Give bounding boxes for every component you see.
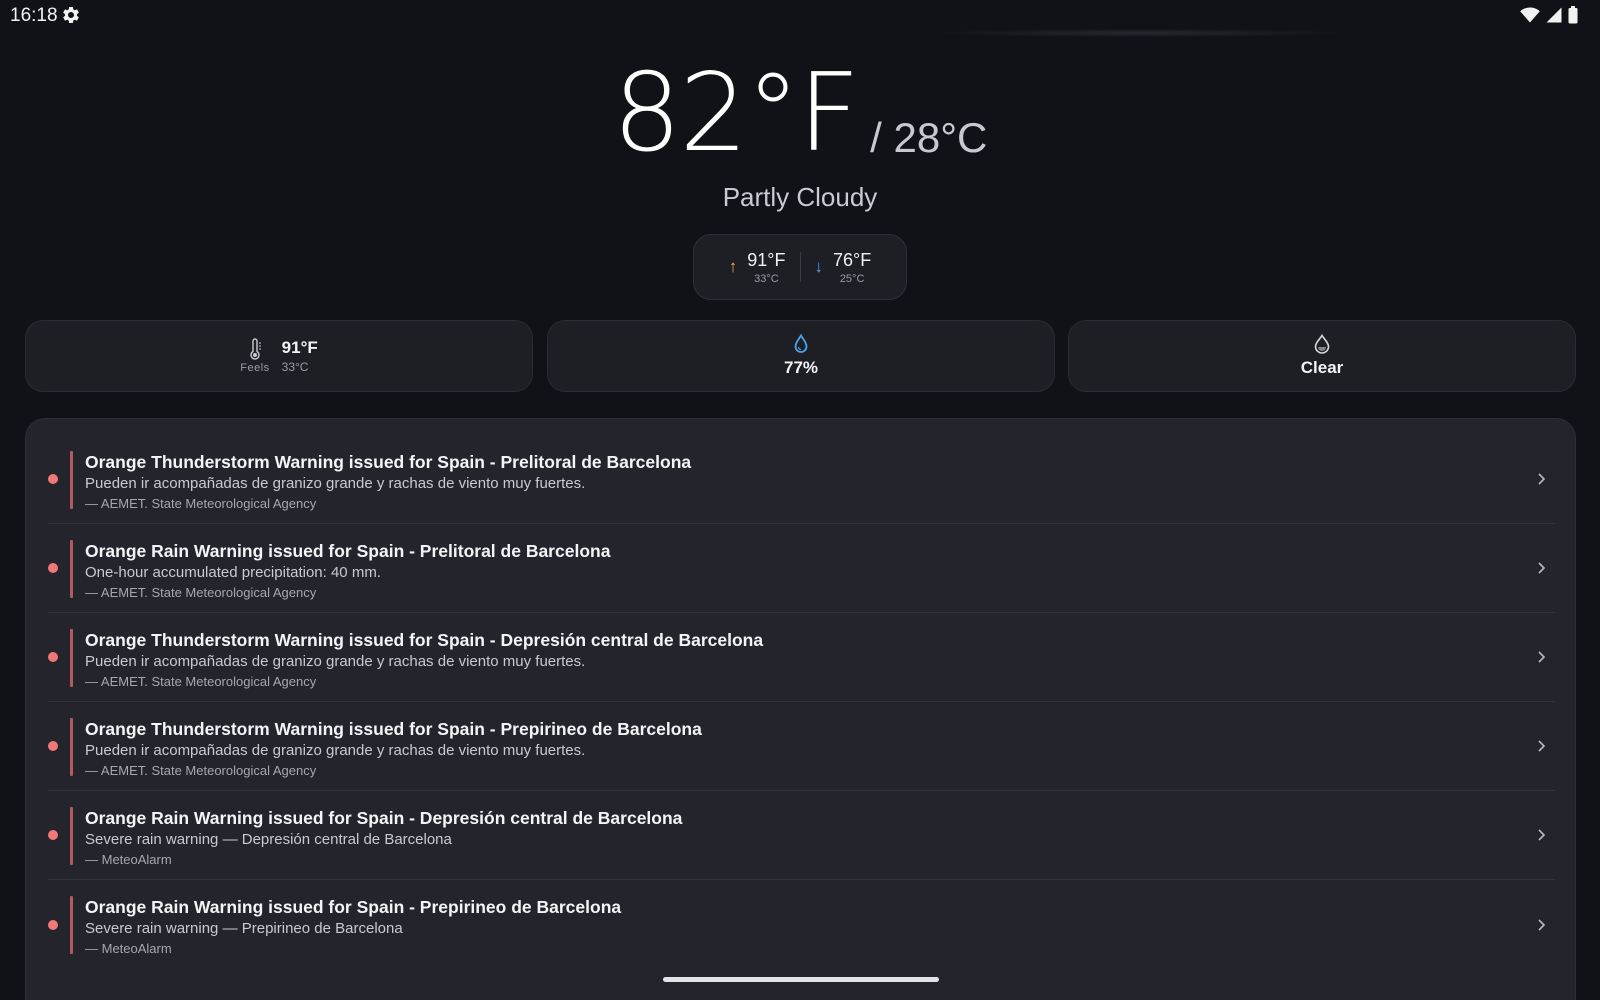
feels-label: Feels — [240, 362, 270, 374]
alert-title: Orange Thunderstorm Warning issued for S… — [85, 630, 764, 650]
signal-icon — [1546, 7, 1562, 23]
chevron-right-icon — [1538, 829, 1546, 841]
alert-title: Orange Thunderstorm Warning issued for S… — [85, 719, 702, 739]
weather-alerts-panel: Orange Thunderstorm Warning issued for S… — [25, 418, 1576, 1000]
condition-label: Partly Cloudy — [722, 182, 878, 212]
alert-description: Pueden ir acompañadas de granizo grande … — [85, 653, 586, 670]
alert-source: — MeteoAlarm — [85, 941, 172, 956]
settings-icon[interactable] — [61, 5, 81, 25]
humidity-card[interactable]: 77% — [547, 320, 1055, 392]
alert-item[interactable]: Orange Rain Warning issued for Spain - P… — [48, 524, 1555, 613]
alert-severity-bar — [70, 629, 73, 687]
high-temp-c: 33°C — [754, 272, 779, 285]
water-drop-icon — [794, 334, 808, 353]
precipitation-drop-icon — [1314, 334, 1330, 354]
chevron-right-icon — [1538, 473, 1546, 485]
alert-title: Orange Rain Warning issued for Spain - P… — [85, 897, 622, 917]
arrow-down-icon: ↓ — [814, 257, 824, 276]
alert-dot-icon — [48, 652, 58, 662]
alert-item[interactable]: Orange Thunderstorm Warning issued for S… — [48, 435, 1555, 524]
alert-description: One-hour accumulated precipitation: 40 m… — [85, 564, 381, 581]
alert-title: Orange Rain Warning issued for Spain - P… — [85, 541, 611, 561]
alert-severity-bar — [70, 896, 73, 954]
alert-dot-icon — [48, 830, 58, 840]
status-time: 16:18 — [10, 5, 58, 26]
alert-source: — AEMET. State Meteorological Agency — [85, 585, 317, 600]
thermometer-icon — [250, 338, 261, 360]
alert-source: — AEMET. State Meteorological Agency — [85, 763, 317, 778]
alert-dot-icon — [48, 474, 58, 484]
alert-description: Severe rain warning — Depresión central … — [85, 831, 452, 848]
chevron-right-icon — [1538, 918, 1546, 931]
low-temp-f: 76°F — [833, 249, 872, 270]
feels-value-c: 33°C — [281, 360, 309, 374]
alert-item[interactable]: Orange Thunderstorm Warning issued for S… — [48, 613, 1555, 702]
low-temp: ↓ 76°F 25°C — [801, 250, 886, 285]
alert-dot-icon — [48, 563, 58, 573]
alert-title: Orange Thunderstorm Warning issued for S… — [85, 452, 692, 472]
alert-description: Severe rain warning — Prepirineo de Barc… — [85, 920, 403, 937]
status-bar: 16:18 — [0, 0, 1600, 30]
alert-source: — AEMET. State Meteorological Agency — [85, 674, 317, 689]
alert-description: Pueden ir acompañadas de granizo grande … — [85, 475, 586, 492]
alert-item[interactable]: Orange Rain Warning issued for Spain - D… — [48, 791, 1555, 880]
top-glow — [930, 29, 1350, 37]
chevron-right-icon — [1538, 562, 1546, 574]
temp-fahrenheit: 82°F — [612, 51, 861, 176]
alert-severity-bar — [70, 718, 73, 776]
alert-dot-icon — [48, 741, 58, 751]
alert-description: Pueden ir acompañadas de granizo grande … — [85, 742, 586, 759]
alert-source: — AEMET. State Meteorological Agency — [85, 496, 317, 511]
alert-source: — MeteoAlarm — [85, 852, 172, 867]
arrow-up-icon: ↑ — [728, 257, 738, 276]
precipitation-value: Clear — [1300, 358, 1344, 377]
feels-value-f: 91°F — [281, 338, 318, 357]
chevron-right-icon — [1538, 740, 1546, 752]
feels-like-card[interactable]: Feels 91°F 33°C — [25, 320, 533, 392]
low-temp-c: 25°C — [839, 272, 865, 285]
high-temp: ↑ 91°F 33°C — [715, 250, 800, 285]
alert-item[interactable]: Orange Rain Warning issued for Spain - P… — [48, 880, 1555, 969]
chevron-right-icon — [1538, 651, 1546, 663]
humidity-value: 77% — [783, 358, 819, 377]
home-indicator[interactable] — [663, 977, 939, 982]
temp-celsius: / 28°C — [870, 114, 988, 161]
alert-item[interactable]: Orange Thunderstorm Warning issued for S… — [48, 702, 1555, 791]
battery-icon — [1568, 6, 1578, 24]
system-icons — [1520, 6, 1578, 24]
wifi-icon — [1520, 7, 1540, 23]
current-temperature: 82°F / 28°C — [0, 58, 1600, 168]
alert-severity-bar — [70, 451, 73, 509]
precipitation-card[interactable]: Clear — [1068, 320, 1576, 392]
alert-title: Orange Rain Warning issued for Spain - D… — [85, 808, 683, 828]
high-temp-f: 91°F — [747, 249, 786, 270]
alert-dot-icon — [48, 919, 58, 930]
high-low-pill: ↑ 91°F 33°C ↓ 76°F 25°C — [693, 234, 907, 300]
alert-severity-bar — [70, 807, 73, 865]
alert-severity-bar — [70, 540, 73, 598]
